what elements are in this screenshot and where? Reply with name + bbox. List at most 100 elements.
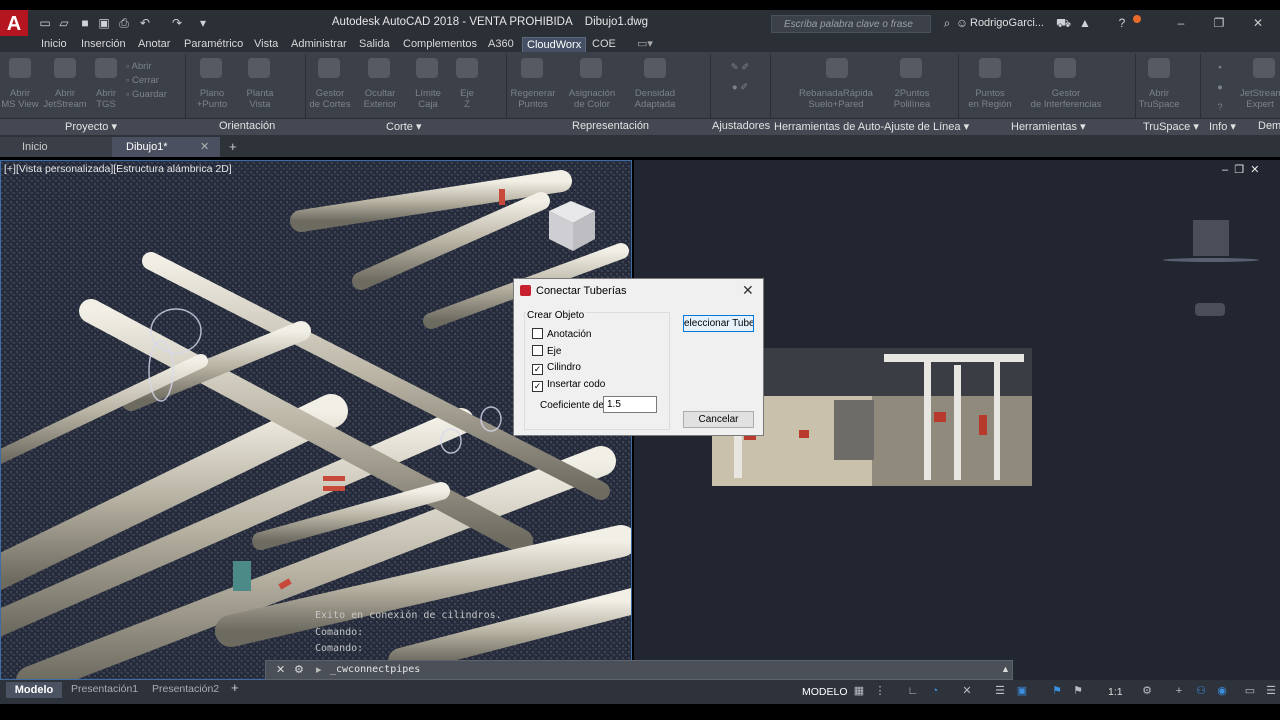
tool-regenerar-puntos[interactable]: Regenerar Puntos [506, 88, 560, 110]
minimize-button[interactable]: – [1166, 14, 1196, 32]
rebanada-rapida-icon[interactable] [826, 58, 848, 78]
seleccionar-tuberias-button[interactable]: eleccionar Tuberí [683, 315, 754, 332]
viewcube-right[interactable] [1193, 220, 1229, 256]
cancel-button[interactable]: Cancelar [683, 411, 754, 428]
workspace-gear-icon[interactable]: ⚙ [1140, 684, 1154, 698]
regenerar-puntos-icon[interactable] [521, 58, 543, 78]
jetstream-expert-icon[interactable] [1253, 58, 1275, 78]
add-layout-icon[interactable]: + [231, 680, 239, 695]
tool-asignacion-color[interactable]: Asignación de Color [562, 88, 622, 110]
tool-rebanada-rapida[interactable]: RebanadaRápida Suelo+Pared [790, 88, 882, 110]
clean-screen-icon[interactable]: ▭ [1243, 684, 1257, 698]
gestor-interferencias-icon[interactable] [1054, 58, 1076, 78]
binoculars-icon[interactable]: ⌕ [940, 16, 954, 30]
checkbox-anotacion[interactable]: Anotación [532, 328, 591, 342]
close-window-button[interactable]: ✕ [1243, 14, 1273, 32]
new-icon[interactable]: ▭ [38, 16, 52, 30]
checkbox-eje[interactable]: Eje [532, 345, 561, 359]
grid-icon[interactable]: ▦ [852, 684, 866, 698]
user-account[interactable]: RodrigoGarci... [970, 17, 1044, 29]
tool-gestor-cortes[interactable]: Gestor de Cortes [307, 88, 353, 110]
checkbox-cilindro[interactable]: ✓ Cilindro [532, 361, 581, 375]
tool-plano[interactable]: Plano +Punto [190, 88, 234, 110]
tool-planta[interactable]: Planta Vista [238, 88, 282, 110]
panel-info[interactable]: Info ▾ [1209, 120, 1236, 133]
wrench-icon[interactable]: ⚙ [294, 663, 304, 676]
autocad-logo-button[interactable]: A [0, 10, 28, 38]
annotation-scale[interactable]: 1:1 [1108, 686, 1123, 698]
ocultar-exterior-icon[interactable] [368, 58, 390, 78]
2puntos-polilinea-icon[interactable] [900, 58, 922, 78]
tab-inicio[interactable]: Inicio [41, 37, 67, 51]
panel-truspace[interactable]: TruSpace ▾ [1143, 120, 1199, 133]
tool-2puntos-polilinea[interactable]: 2Puntos Polilínea [886, 88, 938, 110]
maximize-button[interactable]: ❐ [1204, 14, 1234, 32]
cart-icon[interactable]: ⛟ [1056, 16, 1071, 30]
osnap-icon[interactable]: ✕ [960, 684, 974, 698]
panel-auto-ajuste[interactable]: Herramientas de Auto-Ajuste de Línea ▾ [774, 120, 969, 133]
tab-coe[interactable]: COE [592, 37, 616, 51]
tool-abrir-msview[interactable]: Abrir MS View [0, 88, 40, 110]
print-icon[interactable]: ⎙ [117, 16, 131, 30]
command-history-toggle[interactable]: ▲ [1001, 664, 1010, 674]
plano-icon[interactable] [200, 58, 222, 78]
dialog-close-button[interactable]: ✕ [742, 282, 754, 299]
abrir-msview-icon[interactable] [9, 58, 31, 78]
check-icon[interactable]: ✓ [532, 381, 543, 392]
planta-icon[interactable] [248, 58, 270, 78]
checkbox-box[interactable] [532, 345, 543, 356]
tab-anotar[interactable]: Anotar [138, 37, 170, 51]
tab-administrar[interactable]: Administrar [291, 37, 347, 51]
tool-abrir-tgs[interactable]: Abrir TGS [88, 88, 124, 110]
selection-cycling-icon[interactable]: ▣ [1015, 684, 1029, 698]
tool-limite-caja[interactable]: Límite Caja [406, 88, 450, 110]
undo-icon[interactable]: ↶ [138, 16, 152, 30]
tool-ocultar-exterior[interactable]: Ocultar Exterior [357, 88, 403, 110]
info-icons[interactable]: ▪ ●? [1210, 58, 1230, 118]
ajustadores-icons[interactable]: ✎ ✐ ● ✐ [716, 58, 764, 98]
ribbon-options-icon[interactable]: ▭▾ [637, 37, 653, 51]
tab-complementos[interactable]: Complementos [403, 37, 477, 51]
asignacion-color-icon[interactable] [580, 58, 602, 78]
panel-herramientas[interactable]: Herramientas ▾ [1011, 120, 1086, 133]
abrir-jetstream-icon[interactable] [54, 58, 76, 78]
densidad-adaptada-icon[interactable] [644, 58, 666, 78]
checkbox-box[interactable] [532, 328, 543, 339]
ortho-icon[interactable]: ∟ [906, 684, 920, 698]
navbar-right[interactable] [1195, 303, 1225, 316]
limite-caja-icon[interactable] [416, 58, 438, 78]
tool-densidad-adaptada[interactable]: Densidad Adaptada [628, 88, 682, 110]
tab-insercion[interactable]: Inserción [81, 37, 126, 51]
close-tab-icon[interactable]: ✕ [200, 137, 209, 157]
qat-dropdown-icon[interactable]: ▾ [196, 16, 210, 30]
file-tab-dibujo1[interactable]: Dibujo1* ✕ [112, 137, 220, 157]
help-icon[interactable]: ? [1115, 16, 1129, 30]
panel-corte[interactable]: Corte ▾ [386, 120, 421, 133]
annotation-visibility-icon[interactable]: ⚑ [1050, 684, 1064, 698]
snap-icon[interactable]: ⋮ [873, 684, 887, 698]
tool-jetstream-expert[interactable]: JetStream Expert [1240, 88, 1280, 110]
model-space-button[interactable]: MODELO [802, 686, 848, 698]
layout-tab-presentacion1[interactable]: Presentación1 [71, 683, 138, 695]
add-icon[interactable]: + [1172, 684, 1186, 698]
panel-proyecto[interactable]: Proyecto ▾ [65, 120, 117, 133]
search-input[interactable]: Escriba palabra clave o frase [771, 15, 931, 33]
tool-gestor-interferencias[interactable]: Gestor de Interferencias [1024, 88, 1108, 110]
isolate-icon[interactable]: ⚇ [1194, 684, 1208, 698]
checkbox-insertar-codo[interactable]: ✓ Insertar codo [532, 378, 605, 392]
hardware-accel-icon[interactable]: ◉ [1215, 684, 1229, 698]
new-tab-icon[interactable]: + [229, 139, 237, 154]
redo-icon[interactable]: ↷ [170, 16, 184, 30]
gestor-cortes-icon[interactable] [318, 58, 340, 78]
polar-icon[interactable]: ◔ [928, 684, 942, 698]
coeficiente-input[interactable]: 1.5 [603, 396, 657, 413]
abrir-tgs-icon[interactable] [95, 58, 117, 78]
tool-abrir-jetstream[interactable]: Abrir JetStream [42, 88, 88, 110]
tab-a360[interactable]: A360 [488, 37, 514, 51]
viewport-controls[interactable]: – ❐ ✕ [1222, 163, 1259, 176]
abrir-truspace-icon[interactable] [1148, 58, 1170, 78]
viewport-label[interactable]: [+][Vista personalizada][Estructura alám… [4, 163, 232, 175]
eje-z-icon[interactable] [456, 58, 478, 78]
file-tab-inicio[interactable]: Inicio [0, 137, 112, 157]
puntos-region-icon[interactable] [979, 58, 1001, 78]
